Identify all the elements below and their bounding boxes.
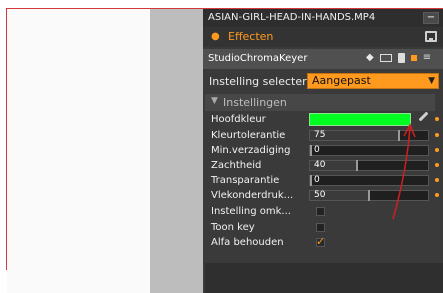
- annotation-arrow: [392, 123, 416, 220]
- effects-panel: ASIAN-GIRL-HEAD-IN-HANDS.MP4 − ● Effecte…: [203, 9, 443, 293]
- preview-gray-strip: [150, 9, 203, 293]
- blank-canvas: [7, 9, 150, 293]
